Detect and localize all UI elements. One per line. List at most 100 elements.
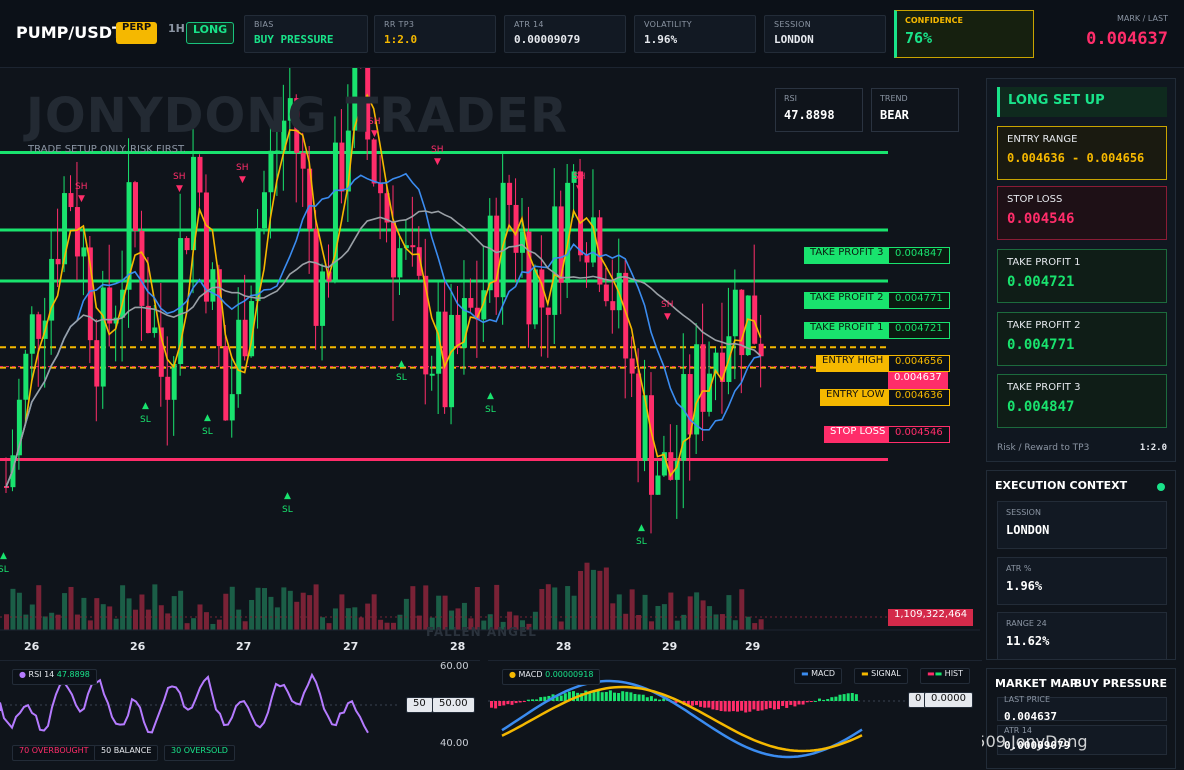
macd-hist-bar [490, 701, 493, 708]
macd-hist-bar [498, 701, 502, 706]
volume-bar [210, 623, 216, 630]
tp2-card: TAKE PROFIT 2 0.004771 [997, 312, 1167, 366]
candle-body [378, 183, 384, 194]
legend-macd[interactable]: ▬ MACD [794, 668, 843, 684]
macd-hist-bar [846, 693, 850, 701]
candle-body [391, 222, 396, 278]
volume-bar [274, 607, 280, 630]
legend-hist[interactable]: ▬▬ HIST [920, 668, 971, 684]
pair-symbol[interactable]: PUMP/USDT [16, 23, 123, 42]
macd-hist-bar [797, 701, 801, 705]
tp1-card-label: TAKE PROFIT 1 [1007, 257, 1081, 268]
candle-body [649, 395, 654, 495]
macd-hist-bar [789, 701, 793, 705]
swing-low-label: SL [202, 427, 213, 437]
tp2-label: TAKE PROFIT 2 [804, 292, 890, 309]
candle-body [236, 319, 242, 395]
candle-body [203, 192, 209, 302]
volume-bar [345, 608, 351, 630]
candle-body [610, 301, 616, 311]
session-value: LONDON [1006, 523, 1050, 537]
volume-bar [268, 596, 274, 630]
macd-hist-bar [617, 693, 621, 701]
tp3-value: 0.004847 [888, 247, 950, 264]
swing-low-label: SL [485, 405, 496, 415]
volume-bar [687, 596, 693, 630]
x-axis-label: 29 [745, 640, 760, 653]
tp3-card: TAKE PROFIT 3 0.004847 [997, 374, 1167, 428]
rr-label: Risk / Reward to TP3 [997, 443, 1090, 453]
mark-value: 0.004637 [1086, 29, 1168, 49]
candle-body [732, 289, 738, 337]
swing-low-label: SL [636, 537, 647, 547]
volume-bar [223, 593, 229, 630]
session-label: SESSION [1006, 508, 1041, 517]
macd-hist-bar [781, 701, 785, 706]
candle-body [532, 269, 538, 325]
volume-bar [739, 589, 745, 630]
volume-bar [178, 590, 184, 630]
last-price-value: 0.004637 [1004, 710, 1057, 723]
volume-bar [120, 585, 126, 630]
macd-hist-bar [731, 701, 735, 712]
tp3-card-value: 0.004847 [1007, 399, 1075, 415]
volume-bar [649, 621, 654, 630]
volume-bar [36, 585, 42, 630]
candle-body [55, 258, 61, 265]
volume-bar [726, 595, 732, 630]
panel-title: LONG SET UP [997, 87, 1167, 117]
range-card: RANGE 24 11.62% [997, 612, 1167, 660]
volume-bar [294, 601, 300, 630]
candle-body [487, 215, 493, 291]
candle-body [74, 207, 80, 257]
arrow-down-icon: ▼ [664, 312, 671, 322]
legend-oversold: 30 OVERSOLD [164, 745, 235, 761]
volume-bar [745, 616, 751, 630]
candle-body [165, 376, 171, 400]
tp1-card: TAKE PROFIT 1 0.004721 [997, 249, 1167, 303]
macd-panel[interactable]: ● MACD 0.00000918 ▬ MACD ▬ SIGNAL ▬▬ HIS… [488, 660, 982, 769]
candle-body [223, 346, 229, 421]
candle-body [36, 314, 42, 339]
volume-bar [371, 594, 377, 630]
volume-bar [191, 618, 197, 630]
candle-body [397, 248, 403, 278]
candle-body [197, 156, 203, 193]
macd-hist-bar [777, 701, 780, 710]
volume-bar [694, 592, 700, 630]
volume-tag: 1,109,322,464 [888, 609, 974, 626]
macd-hist-bar [649, 696, 653, 701]
volume-bar [10, 588, 16, 630]
candle-body [268, 150, 274, 193]
legend-signal[interactable]: ▬ SIGNAL [854, 668, 908, 684]
volume-bar [326, 623, 332, 630]
stat-value: 0.00009079 [514, 33, 581, 46]
macd-hist-bar [801, 701, 805, 705]
candle-body [584, 255, 590, 263]
rsi-panel[interactable]: ● RSI 14 47.8898 60.00 40.00 50 50.00 70… [0, 660, 480, 770]
macd-hist-bar [531, 699, 534, 701]
volume-bar [358, 617, 364, 630]
rsi-mid-value: 50.00 [432, 697, 475, 713]
macd-hist-bar [625, 691, 629, 701]
status-dot-icon [1157, 483, 1165, 491]
volume-bar [203, 612, 209, 630]
macd-hist-bar [756, 701, 760, 711]
confidence-box: CONFIDENCE 76% [894, 10, 1034, 58]
volume-bar [249, 599, 255, 630]
macd-hist-bar [822, 699, 826, 701]
macd-hist-bar [740, 701, 744, 711]
price-chart[interactable]: 26 26 27 27 28 28 29 29 SH ▼ SH ▼ SH ▼ SH ▼ SH ▼ SH ▼ SH ▼ ▲ SL… [0, 68, 980, 660]
candle-body [700, 344, 706, 412]
swing-low-label: SL [396, 373, 407, 383]
volume-bar [171, 596, 177, 630]
volume-bar [107, 606, 113, 630]
stat-rr: RR TP3 1:2.0 [374, 15, 496, 53]
macd-dot-icon: ● [509, 670, 516, 679]
volume-bar [494, 584, 500, 630]
macd-hist-bar [645, 697, 649, 701]
stat-value: 1:2.0 [384, 33, 418, 46]
volume-bar [416, 615, 422, 630]
chart-subtitle: TRADE SETUP ONLY. RISK FIRST. [28, 144, 187, 155]
macd-hist-bar [621, 691, 625, 701]
